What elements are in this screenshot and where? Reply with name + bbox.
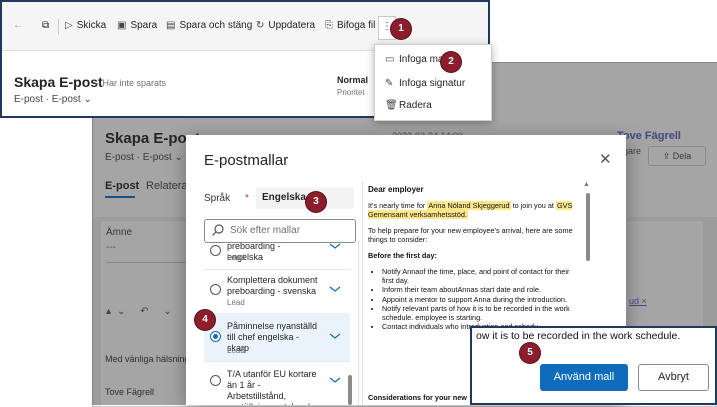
more-commands-menu: ▭ Infoga mall ✎ Infoga signatur 🗑Radera (374, 44, 492, 121)
send-icon: ▷ (65, 20, 73, 31)
close-icon[interactable]: ✕ (599, 150, 612, 168)
save-button[interactable]: ▣ Spara (117, 20, 157, 31)
template-icon: ▭ (385, 54, 395, 65)
template-item[interactable]: preboarding - engelska Lead (204, 241, 350, 270)
insert-template-menu-item[interactable]: ▭ Infoga mall (385, 54, 448, 65)
trash-icon: 🗑 (385, 100, 398, 111)
form-breadcrumb[interactable]: E-post · E-post ⌄ (14, 94, 92, 105)
step-badge-4: 4 (195, 310, 215, 330)
priority-value: Normal (337, 75, 369, 85)
template-item-selected[interactable]: Påminnelse nyanställd till chef engelska… (204, 313, 350, 362)
use-template-button[interactable]: Använd mall (540, 364, 628, 391)
template-item[interactable]: T/A utanför EU kortare än 1 år - Arbetst… (204, 363, 350, 405)
preview-bullet: Notify relevant parts of how it is to be… (382, 304, 583, 322)
template-tag: Lead (227, 298, 245, 307)
search-placeholder: Sök efter mallar (230, 225, 301, 236)
back-icon[interactable]: ← (13, 20, 23, 31)
template-list: preboarding - engelska Lead Komplettera … (204, 241, 359, 405)
send-button[interactable]: ▷ Skicka (65, 20, 106, 31)
language-value: Engelska (262, 192, 306, 203)
template-name: Komplettera dokument preboarding - svens… (227, 275, 318, 296)
preview-checklist: Notify Annaof the time, place, and point… (368, 267, 583, 331)
language-label: Språk (204, 193, 231, 204)
template-tag: Lead (227, 346, 245, 355)
preview-bullet: Appoint a mentor to support Anna during … (382, 295, 583, 304)
template-radio[interactable] (210, 245, 221, 256)
delete-label: Radera (399, 100, 432, 111)
dialog-title: E-postmallar (204, 152, 289, 169)
send-label: Skicka (76, 20, 107, 31)
insert-signature-label: Infoga signatur (399, 78, 466, 89)
refresh-label: Uppdatera (268, 20, 316, 31)
template-search-input[interactable]: Sök efter mallar (204, 219, 356, 243)
template-list-scrollbar[interactable] (348, 375, 352, 405)
chevron-down-icon[interactable] (328, 375, 342, 385)
preview-greeting: Dear employer (368, 185, 424, 194)
priority-label: Prioritet (337, 88, 365, 97)
cancel-button[interactable]: Avbryt (638, 364, 709, 391)
step-badge-3: 3 (306, 192, 326, 212)
save-and-close-button[interactable]: ▤ Spara och stäng (166, 20, 252, 31)
preview-intro-pre: It's nearly time for (368, 201, 428, 210)
preview-employee-name: Anna Nöland Skjeggerud (427, 201, 511, 210)
form-title: Skapa E-post (14, 74, 103, 90)
preview-scrollbar[interactable] (586, 193, 590, 261)
chevron-down-icon[interactable] (328, 331, 342, 341)
attach-file-button[interactable]: ⎘ Bifoga fil (325, 20, 375, 31)
save-icon: ▣ (117, 20, 127, 31)
template-name: T/A utanför EU kortare än 1 år - Arbetst… (227, 369, 317, 405)
template-item[interactable]: Komplettera dokument preboarding - svens… (204, 269, 350, 314)
dialog-buttons-callout: ow it is to be recorded in the work sche… (470, 326, 717, 405)
attach-label: Bifoga fil (337, 20, 376, 31)
required-marker: * (245, 193, 249, 204)
search-icon (212, 224, 224, 236)
step-badge-5: 5 (520, 343, 540, 363)
preview-bullet: Notify Annaof the time, place, and point… (382, 267, 583, 285)
preview-intro-mid: to join you at (512, 201, 556, 210)
refresh-icon: ↻ (256, 20, 265, 31)
preview-before-heading: Before the first day: (368, 251, 437, 260)
callout-preview-text: ow it is to be recorded in the work sche… (476, 330, 681, 342)
save-label: Spara (130, 20, 158, 31)
save-close-icon: ▤ (166, 20, 176, 31)
language-field[interactable]: Engelska (256, 187, 354, 209)
insert-signature-menu-item[interactable]: ✎ Infoga signatur (385, 78, 465, 89)
unsaved-status: – Har inte sparats (95, 78, 167, 88)
template-radio[interactable] (210, 284, 221, 295)
delete-menu-item[interactable]: 🗑Radera (385, 100, 432, 111)
paperclip-icon: ⎘ (325, 20, 333, 31)
preview-bullet: Inform their team aboutAnnas start date … (382, 285, 583, 294)
popout-icon[interactable]: ⧉ (42, 20, 49, 31)
template-radio[interactable] (210, 375, 221, 386)
step-badge-2: 2 (441, 52, 461, 72)
scroll-up-icon[interactable]: ▲ (583, 181, 590, 188)
dialog-divider (362, 181, 363, 405)
command-separator (58, 19, 59, 35)
save-close-label: Spara och stäng (179, 20, 253, 31)
chevron-down-icon[interactable] (328, 284, 342, 294)
step-badge-1: 1 (391, 19, 411, 39)
preview-prepare-text: To help prepare for your new employee's … (368, 226, 573, 245)
template-tag: Lead (227, 253, 245, 262)
signature-icon: ✎ (385, 78, 394, 89)
chevron-down-icon[interactable] (328, 241, 342, 251)
refresh-button[interactable]: ↻ Uppdatera (256, 20, 315, 31)
preview-intro: It's nearly time for Anna Nöland Skjegge… (368, 201, 583, 220)
template-radio-selected[interactable] (210, 331, 221, 342)
